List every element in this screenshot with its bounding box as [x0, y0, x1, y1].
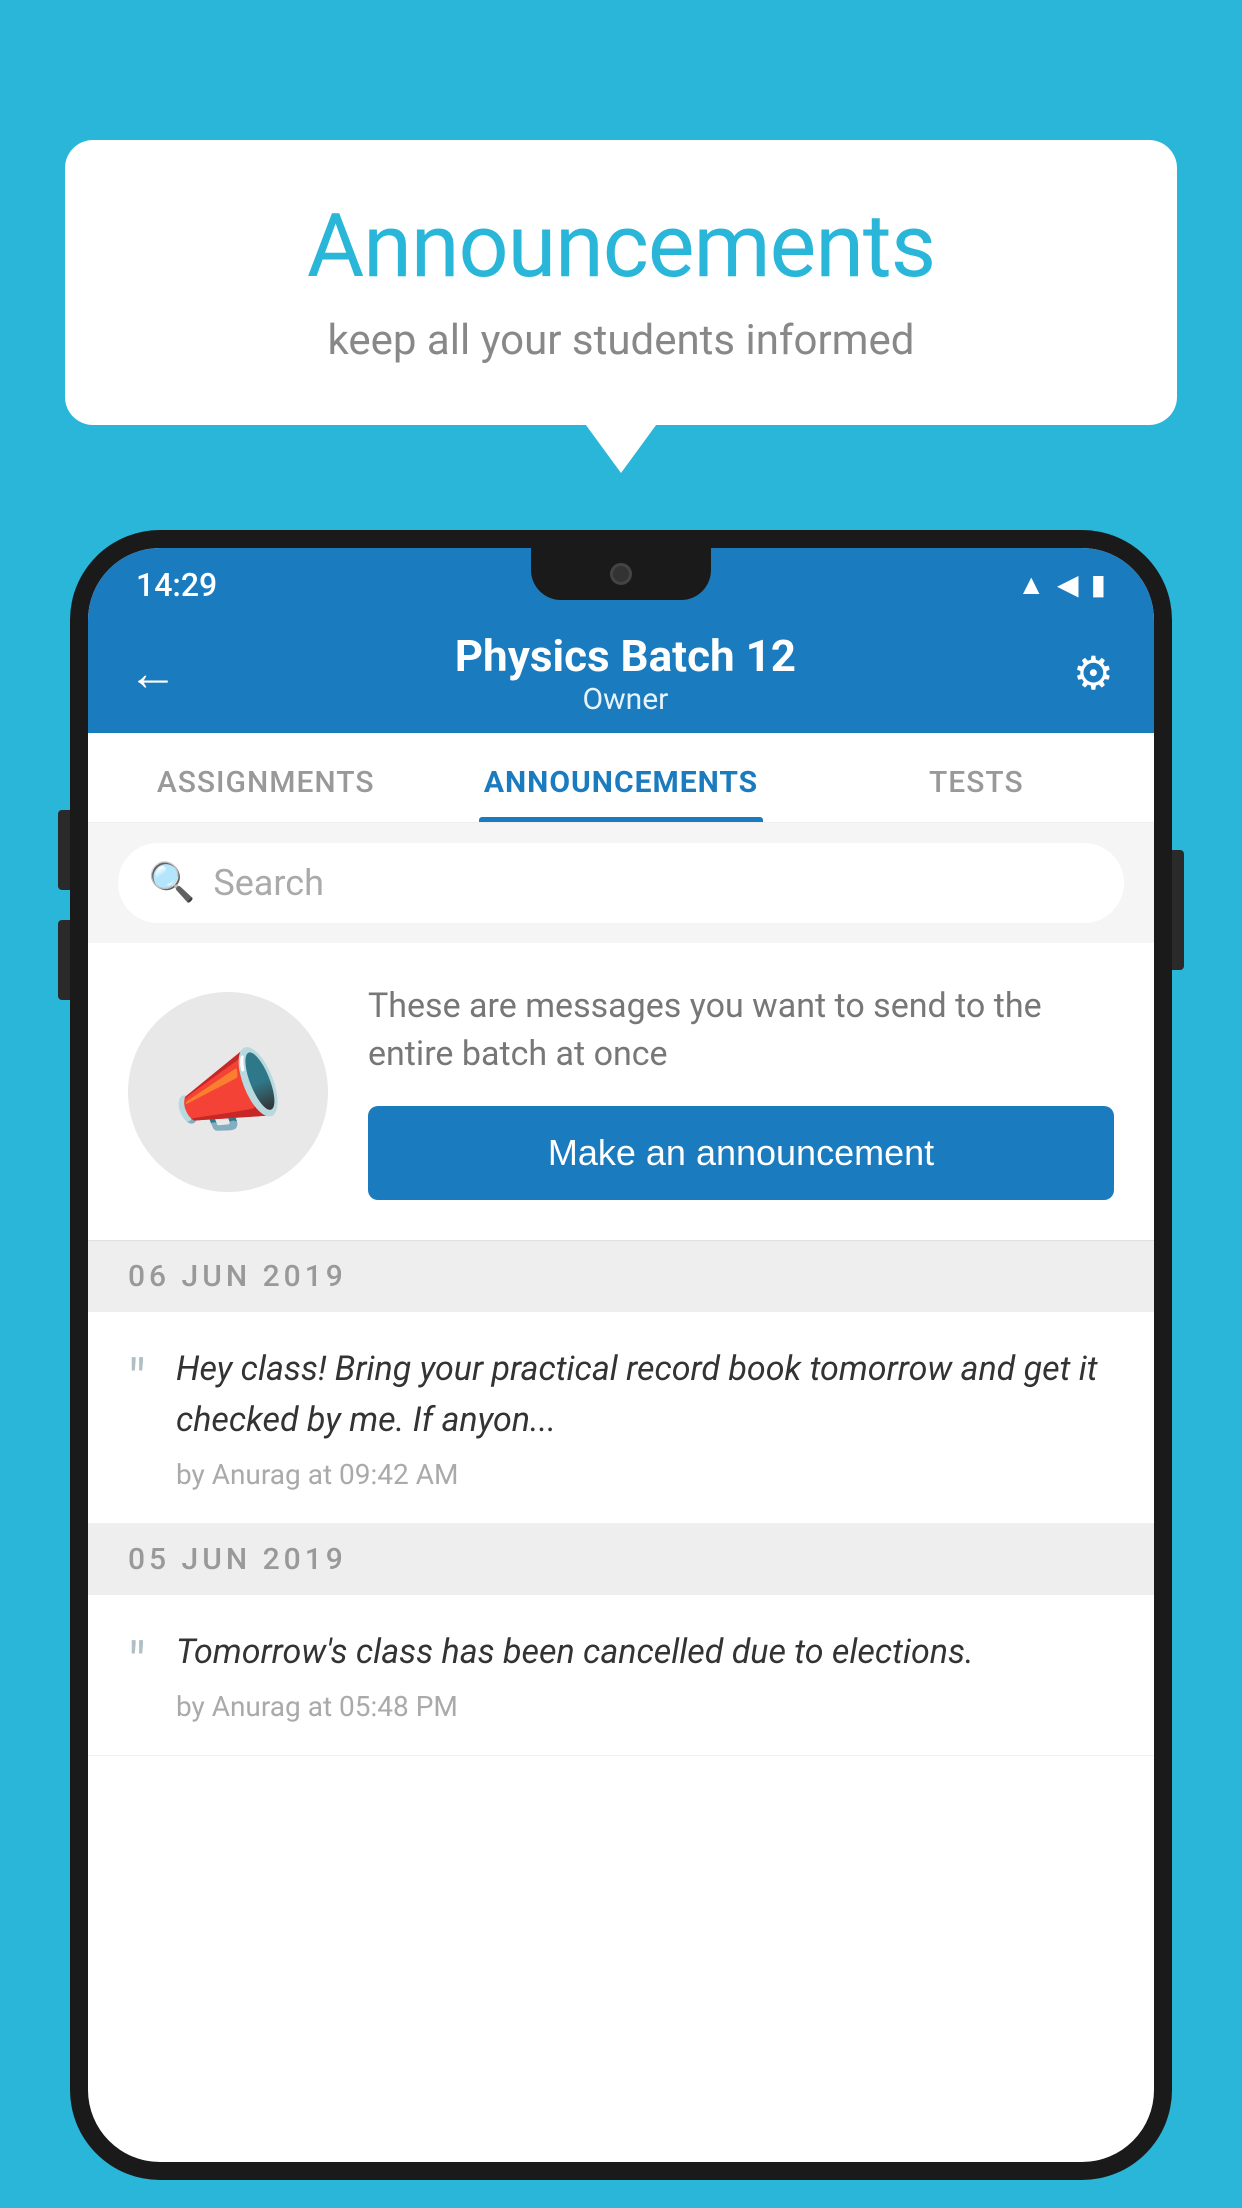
volume-up-button	[58, 810, 70, 890]
date-separator-1: 06 JUN 2019	[88, 1241, 1154, 1312]
quote-icon-wrap-2: "	[128, 1627, 146, 1723]
camera	[610, 563, 632, 585]
announcement-text-2: Tomorrow's class has been cancelled due …	[176, 1627, 974, 1678]
date-separator-2: 05 JUN 2019	[88, 1524, 1154, 1595]
speech-bubble-container: Announcements keep all your students inf…	[65, 140, 1177, 425]
search-icon: 🔍	[148, 861, 195, 905]
wifi-icon: ▲	[1017, 568, 1045, 601]
quote-icon-2: "	[128, 1630, 146, 1696]
date-label-2: 05 JUN 2019	[128, 1542, 347, 1577]
app-bar-subtitle: Owner	[455, 682, 796, 717]
battery-icon: ▮	[1091, 568, 1106, 601]
announcement-meta-1: by Anurag at 09:42 AM	[176, 1458, 1114, 1491]
phone-screen: 14:29 ▲ ◀ ▮ ← Physics Batch 12 Owner ⚙ A…	[88, 548, 1154, 2162]
phone-frame: 14:29 ▲ ◀ ▮ ← Physics Batch 12 Owner ⚙ A…	[70, 530, 1172, 2180]
empty-state-right: These are messages you want to send to t…	[368, 983, 1114, 1200]
announcement-item-1[interactable]: " Hey class! Bring your practical record…	[88, 1312, 1154, 1524]
app-bar-title-group: Physics Batch 12 Owner	[455, 630, 796, 717]
volume-down-button	[58, 920, 70, 1000]
announcement-text-1: Hey class! Bring your practical record b…	[176, 1344, 1114, 1446]
announcement-item-2[interactable]: " Tomorrow's class has been cancelled du…	[88, 1595, 1154, 1756]
search-placeholder: Search	[213, 862, 324, 904]
phone-notch	[531, 548, 711, 600]
settings-button[interactable]: ⚙	[1073, 646, 1114, 701]
tabs: ASSIGNMENTS ANNOUNCEMENTS TESTS	[88, 733, 1154, 823]
empty-icon-circle: 📣	[128, 992, 328, 1192]
signal-icon: ◀	[1057, 568, 1079, 601]
speech-bubble: Announcements keep all your students inf…	[65, 140, 1177, 425]
tab-announcements[interactable]: ANNOUNCEMENTS	[443, 765, 798, 822]
empty-state-description: These are messages you want to send to t…	[368, 983, 1114, 1078]
bubble-subtitle: keep all your students informed	[125, 316, 1117, 365]
tab-assignments[interactable]: ASSIGNMENTS	[88, 765, 443, 822]
make-announcement-button[interactable]: Make an announcement	[368, 1106, 1114, 1200]
date-label-1: 06 JUN 2019	[128, 1259, 347, 1294]
app-bar: ← Physics Batch 12 Owner ⚙	[88, 613, 1154, 733]
status-icons: ▲ ◀ ▮	[1017, 568, 1106, 601]
back-button[interactable]: ←	[128, 644, 178, 703]
quote-icon-wrap-1: "	[128, 1344, 146, 1491]
announcement-content-2: Tomorrow's class has been cancelled due …	[176, 1627, 974, 1723]
app-bar-title: Physics Batch 12	[455, 630, 796, 682]
search-bar-container: 🔍 Search	[88, 823, 1154, 943]
phone-wrapper: 14:29 ▲ ◀ ▮ ← Physics Batch 12 Owner ⚙ A…	[70, 530, 1172, 2208]
tab-tests[interactable]: TESTS	[799, 765, 1154, 822]
bubble-title: Announcements	[125, 195, 1117, 298]
quote-icon-1: "	[128, 1347, 146, 1413]
status-time: 14:29	[136, 566, 217, 604]
announcement-content-1: Hey class! Bring your practical record b…	[176, 1344, 1114, 1491]
announcement-meta-2: by Anurag at 05:48 PM	[176, 1690, 974, 1723]
search-bar[interactable]: 🔍 Search	[118, 843, 1124, 923]
megaphone-icon: 📣	[172, 1039, 284, 1144]
empty-state: 📣 These are messages you want to send to…	[88, 943, 1154, 1241]
power-button	[1172, 850, 1184, 970]
